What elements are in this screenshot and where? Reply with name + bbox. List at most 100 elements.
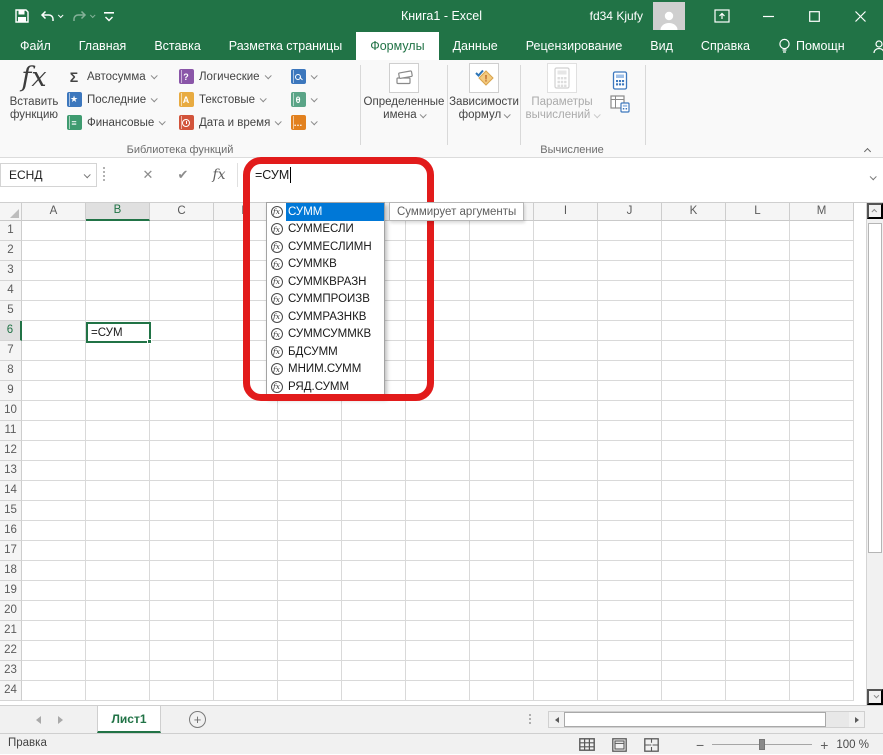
row-header-2[interactable]: 2: [0, 241, 22, 261]
recent-functions-button[interactable]: ★ Последние: [66, 89, 164, 110]
user-avatar[interactable]: [653, 2, 685, 30]
tab-данные[interactable]: Данные: [439, 32, 512, 60]
row-header-21[interactable]: 21: [0, 621, 22, 641]
logical-functions-button[interactable]: ? Логические: [178, 66, 280, 87]
autocomplete-item-суммразнкв[interactable]: fxСУММРАЗНКВ: [267, 308, 384, 326]
undo-button[interactable]: [36, 7, 66, 26]
lookup-reference-button[interactable]: [290, 66, 316, 87]
page-break-preview-button[interactable]: [642, 736, 660, 754]
autocomplete-item-суммеслимн[interactable]: fxСУММЕСЛИМН: [267, 238, 384, 256]
expand-formula-bar-button[interactable]: [870, 168, 875, 183]
add-sheet-button[interactable]: +: [189, 711, 206, 728]
page-layout-view-button[interactable]: [610, 736, 628, 754]
minimize-button[interactable]: [745, 0, 791, 32]
row-header-9[interactable]: 9: [0, 381, 22, 401]
row-header-7[interactable]: 7: [0, 341, 22, 361]
confirm-entry-button[interactable]: ✔: [170, 163, 196, 187]
cancel-entry-button[interactable]: ✕: [135, 163, 161, 187]
row-header-3[interactable]: 3: [0, 261, 22, 281]
column-header-j[interactable]: J: [598, 203, 662, 221]
tab-главная[interactable]: Главная: [65, 32, 141, 60]
autocomplete-item-сумм[interactable]: fxСУММ: [267, 203, 384, 221]
save-button[interactable]: [10, 5, 34, 27]
calculation-options-button[interactable]: Параметры вычислений: [524, 63, 600, 143]
tab-вставка[interactable]: Вставка: [140, 32, 214, 60]
tab-справка[interactable]: Справка: [687, 32, 764, 60]
tell-me-button[interactable]: Помощн: [764, 32, 859, 60]
autosum-button[interactable]: Σ Автосумма: [66, 66, 164, 87]
financial-functions-button[interactable]: ≡ Финансовые: [66, 112, 164, 133]
row-header-4[interactable]: 4: [0, 281, 22, 301]
horizontal-scroll-thumb[interactable]: [564, 712, 826, 727]
defined-names-button[interactable]: Определенные имена: [363, 63, 445, 143]
name-box-splitter[interactable]: [103, 167, 105, 181]
column-header-i[interactable]: I: [534, 203, 598, 221]
scroll-down-button[interactable]: [867, 689, 883, 705]
autocomplete-item-суммсуммкв[interactable]: fxСУММСУММКВ: [267, 326, 384, 344]
row-header-10[interactable]: 10: [0, 401, 22, 421]
column-header-c[interactable]: C: [150, 203, 214, 221]
close-button[interactable]: [837, 0, 883, 32]
tab-вид[interactable]: Вид: [636, 32, 687, 60]
autocomplete-item-ряд.сумм[interactable]: fxРЯД.СУММ: [267, 378, 384, 396]
cells-area[interactable]: [22, 221, 854, 701]
row-header-8[interactable]: 8: [0, 361, 22, 381]
row-header-19[interactable]: 19: [0, 581, 22, 601]
vertical-scrollbar[interactable]: [866, 203, 883, 705]
column-header-l[interactable]: L: [726, 203, 790, 221]
column-header-m[interactable]: M: [790, 203, 854, 221]
row-header-22[interactable]: 22: [0, 641, 22, 661]
datetime-functions-button[interactable]: Дата и время: [178, 112, 280, 133]
select-all-corner[interactable]: [0, 203, 22, 221]
formula-auditing-button[interactable]: ! Зависимости формул: [450, 63, 518, 143]
active-cell-b6[interactable]: =СУМ: [86, 322, 151, 343]
more-functions-button[interactable]: …: [290, 112, 316, 133]
row-header-17[interactable]: 17: [0, 541, 22, 561]
name-box[interactable]: ЕСНД: [0, 163, 97, 187]
tab-рецензирование[interactable]: Рецензирование: [512, 32, 637, 60]
formula-input[interactable]: =СУМ: [237, 163, 867, 187]
autocomplete-item-суммесли[interactable]: fxСУММЕСЛИ: [267, 221, 384, 239]
user-name[interactable]: fd34 Kjufy: [590, 9, 653, 23]
row-header-13[interactable]: 13: [0, 461, 22, 481]
row-header-20[interactable]: 20: [0, 601, 22, 621]
next-sheet-button[interactable]: [58, 715, 66, 725]
row-header-5[interactable]: 5: [0, 301, 22, 321]
math-trig-button[interactable]: θ: [290, 89, 316, 110]
insert-function-button[interactable]: fx Вставить функцию: [5, 63, 63, 143]
calculate-now-button[interactable]: [608, 68, 632, 93]
autocomplete-item-суммпроизв[interactable]: fxСУММПРОИЗВ: [267, 291, 384, 309]
scroll-right-button[interactable]: [849, 712, 864, 727]
row-header-18[interactable]: 18: [0, 561, 22, 581]
previous-sheet-button[interactable]: [36, 715, 44, 725]
row-header-23[interactable]: 23: [0, 661, 22, 681]
autocomplete-item-мним.сумм[interactable]: fxМНИМ.СУММ: [267, 361, 384, 379]
row-header-1[interactable]: 1: [0, 221, 22, 241]
zoom-slider-thumb[interactable]: [759, 739, 765, 750]
row-header-6[interactable]: 6: [0, 321, 22, 341]
collapse-ribbon-button[interactable]: [859, 142, 875, 154]
scroll-left-button[interactable]: [549, 712, 564, 727]
redo-button[interactable]: [68, 7, 98, 26]
column-header-k[interactable]: K: [662, 203, 726, 221]
horizontal-scrollbar[interactable]: [548, 711, 865, 728]
autocomplete-item-суммкв[interactable]: fxСУММКВ: [267, 256, 384, 274]
calculate-sheet-button[interactable]: [606, 92, 634, 116]
autocomplete-item-бдсумм[interactable]: fxБДСУММ: [267, 343, 384, 361]
row-header-24[interactable]: 24: [0, 681, 22, 701]
tab-файл[interactable]: Файл: [6, 32, 65, 60]
ribbon-display-options-button[interactable]: [699, 0, 745, 32]
insert-function-fx-button[interactable]: fx: [206, 163, 232, 187]
maximize-button[interactable]: [791, 0, 837, 32]
text-functions-button[interactable]: A Текстовые: [178, 89, 280, 110]
row-header-16[interactable]: 16: [0, 521, 22, 541]
normal-view-button[interactable]: [578, 736, 596, 754]
vertical-scroll-thumb[interactable]: [868, 223, 882, 553]
autocomplete-item-суммквразн[interactable]: fxСУММКВРАЗН: [267, 273, 384, 291]
zoom-out-button[interactable]: −: [696, 738, 704, 752]
customize-qat-button[interactable]: [100, 7, 118, 25]
zoom-slider[interactable]: [712, 744, 812, 745]
tab-формулы[interactable]: Формулы: [356, 32, 438, 60]
column-header-a[interactable]: A: [22, 203, 86, 221]
zoom-in-button[interactable]: +: [820, 738, 828, 752]
